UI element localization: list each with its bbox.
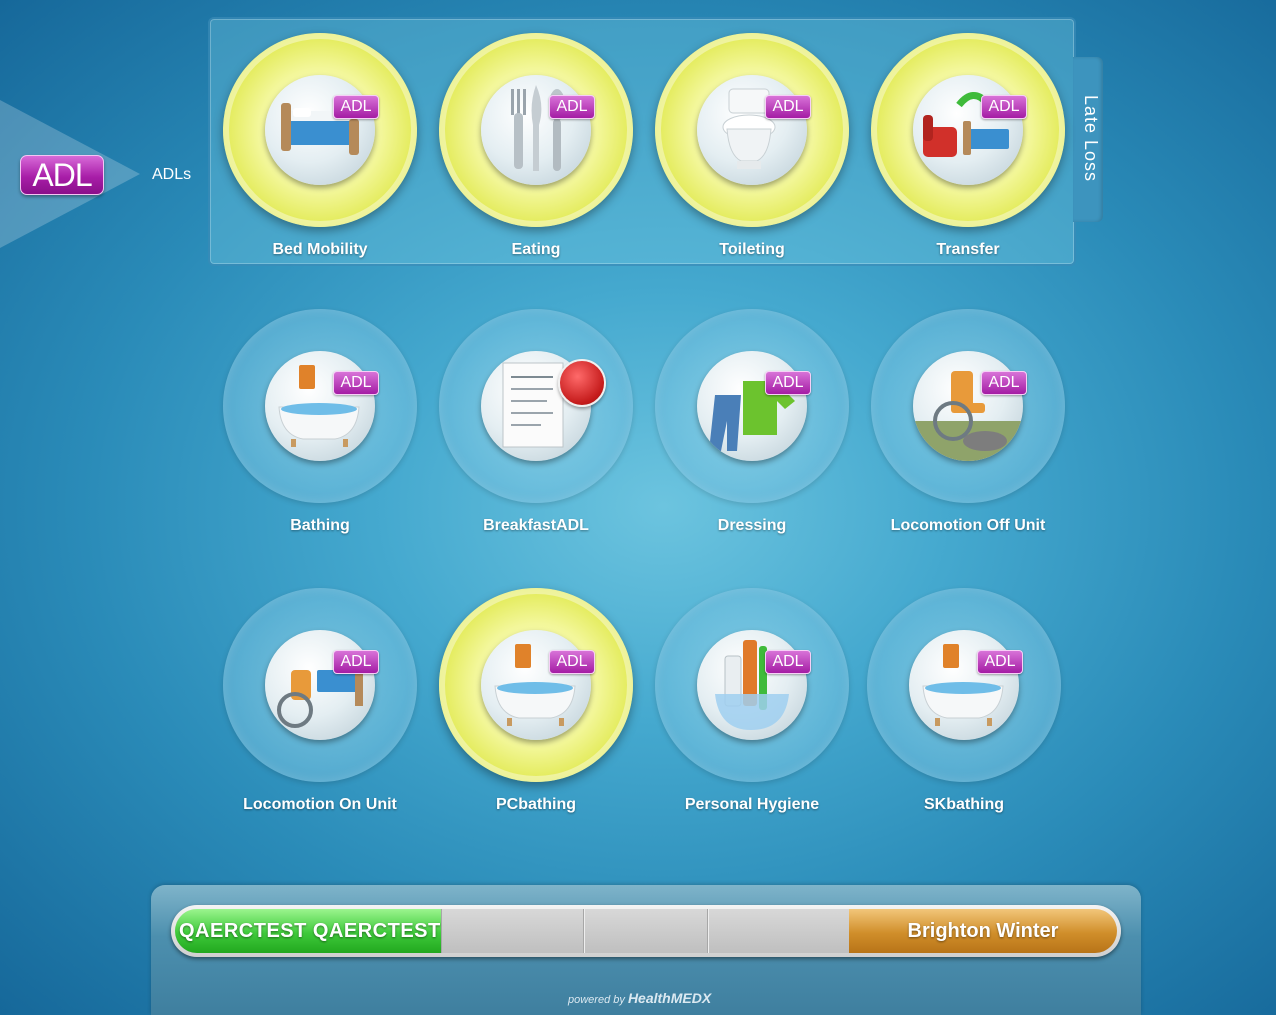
toilet-icon xyxy=(697,75,807,185)
tile-eating[interactable]: ADL Eating xyxy=(434,33,634,293)
heart-icon xyxy=(558,359,606,407)
tile-label: Dressing xyxy=(717,517,787,534)
tile-skbathing[interactable]: ADL SKbathing xyxy=(862,588,1062,848)
adl-badge: ADL xyxy=(765,95,811,119)
tile-locomotion-on-unit[interactable]: ADL Locomotion On Unit xyxy=(218,588,418,848)
status-bar-inner: QAERCTEST QAERCTEST Brighton Winter xyxy=(175,909,1117,953)
adl-badge: ADL xyxy=(977,650,1023,674)
tile-label: BreakfastADL xyxy=(483,517,589,534)
tile-pcbathing[interactable]: ADL PCbathing xyxy=(434,588,634,848)
adl-badge: ADL xyxy=(549,95,595,119)
wheelchair-outdoor-icon xyxy=(913,351,1023,461)
bathtub-icon xyxy=(909,630,1019,740)
adl-badge: ADL xyxy=(981,95,1027,119)
adl-badge: ADL xyxy=(549,650,595,674)
toothbrush-comb-icon xyxy=(697,630,807,740)
tile-label: Bathing xyxy=(290,517,350,534)
status-bar: QAERCTEST QAERCTEST Brighton Winter xyxy=(171,905,1121,957)
adl-badge: ADL xyxy=(765,650,811,674)
tile-bathing[interactable]: ADL Bathing xyxy=(218,309,418,569)
powered-by-text: powered by xyxy=(568,994,625,1006)
late-loss-tab-label: Late Loss xyxy=(1081,95,1101,183)
fork-knife-icon xyxy=(481,75,591,185)
bed-icon xyxy=(265,75,375,185)
tile-label: PCbathing xyxy=(496,796,576,813)
status-segment xyxy=(707,909,851,953)
tile-locomotion-off-unit[interactable]: ADL Locomotion Off Unit xyxy=(866,309,1066,569)
clothes-icon xyxy=(697,351,807,461)
status-segment xyxy=(441,909,585,953)
adl-badge: ADL xyxy=(981,371,1027,395)
tile-breakfastadl[interactable]: BreakfastADL xyxy=(434,309,634,569)
tile-label: Locomotion On Unit xyxy=(243,796,397,813)
tile-label: Locomotion Off Unit xyxy=(890,517,1046,534)
late-loss-tab[interactable]: Late Loss xyxy=(1073,57,1103,222)
adl-badge: ADL xyxy=(765,371,811,395)
adl-section-label: ADLs xyxy=(152,166,192,183)
bathtub-icon xyxy=(265,351,375,461)
tile-label: Eating xyxy=(511,241,561,258)
adl-badge: ADL xyxy=(333,95,379,119)
tile-label: Personal Hygiene xyxy=(684,796,820,813)
tile-label: SKbathing xyxy=(924,796,1004,813)
tile-bed-mobility[interactable]: ADL Bed Mobility xyxy=(218,33,418,293)
tile-dressing[interactable]: ADL Dressing xyxy=(650,309,850,569)
home-segment[interactable] xyxy=(583,909,1075,953)
facility-button[interactable]: Brighton Winter xyxy=(849,909,1117,953)
tile-label: Transfer xyxy=(936,241,1000,258)
adl-section-badge[interactable]: ADL xyxy=(20,155,104,195)
tile-toileting[interactable]: ADL Toileting xyxy=(650,33,850,293)
adl-badge: ADL xyxy=(333,650,379,674)
tile-label: Bed Mobility xyxy=(272,241,368,258)
tile-label: Toileting xyxy=(719,241,785,258)
tile-transfer[interactable]: ADL Transfer xyxy=(866,33,1066,293)
chair-bed-transfer-icon xyxy=(913,75,1023,185)
powered-by: powered by HealthMEDX xyxy=(568,990,711,1006)
adl-badge: ADL xyxy=(333,371,379,395)
wheelchair-bed-icon xyxy=(265,630,375,740)
resident-name-button[interactable]: QAERCTEST QAERCTEST xyxy=(175,909,441,953)
tile-personal-hygiene[interactable]: ADL Personal Hygiene xyxy=(650,588,850,848)
bathtub-icon xyxy=(481,630,591,740)
brand-logo: HealthMEDX xyxy=(627,990,712,1006)
